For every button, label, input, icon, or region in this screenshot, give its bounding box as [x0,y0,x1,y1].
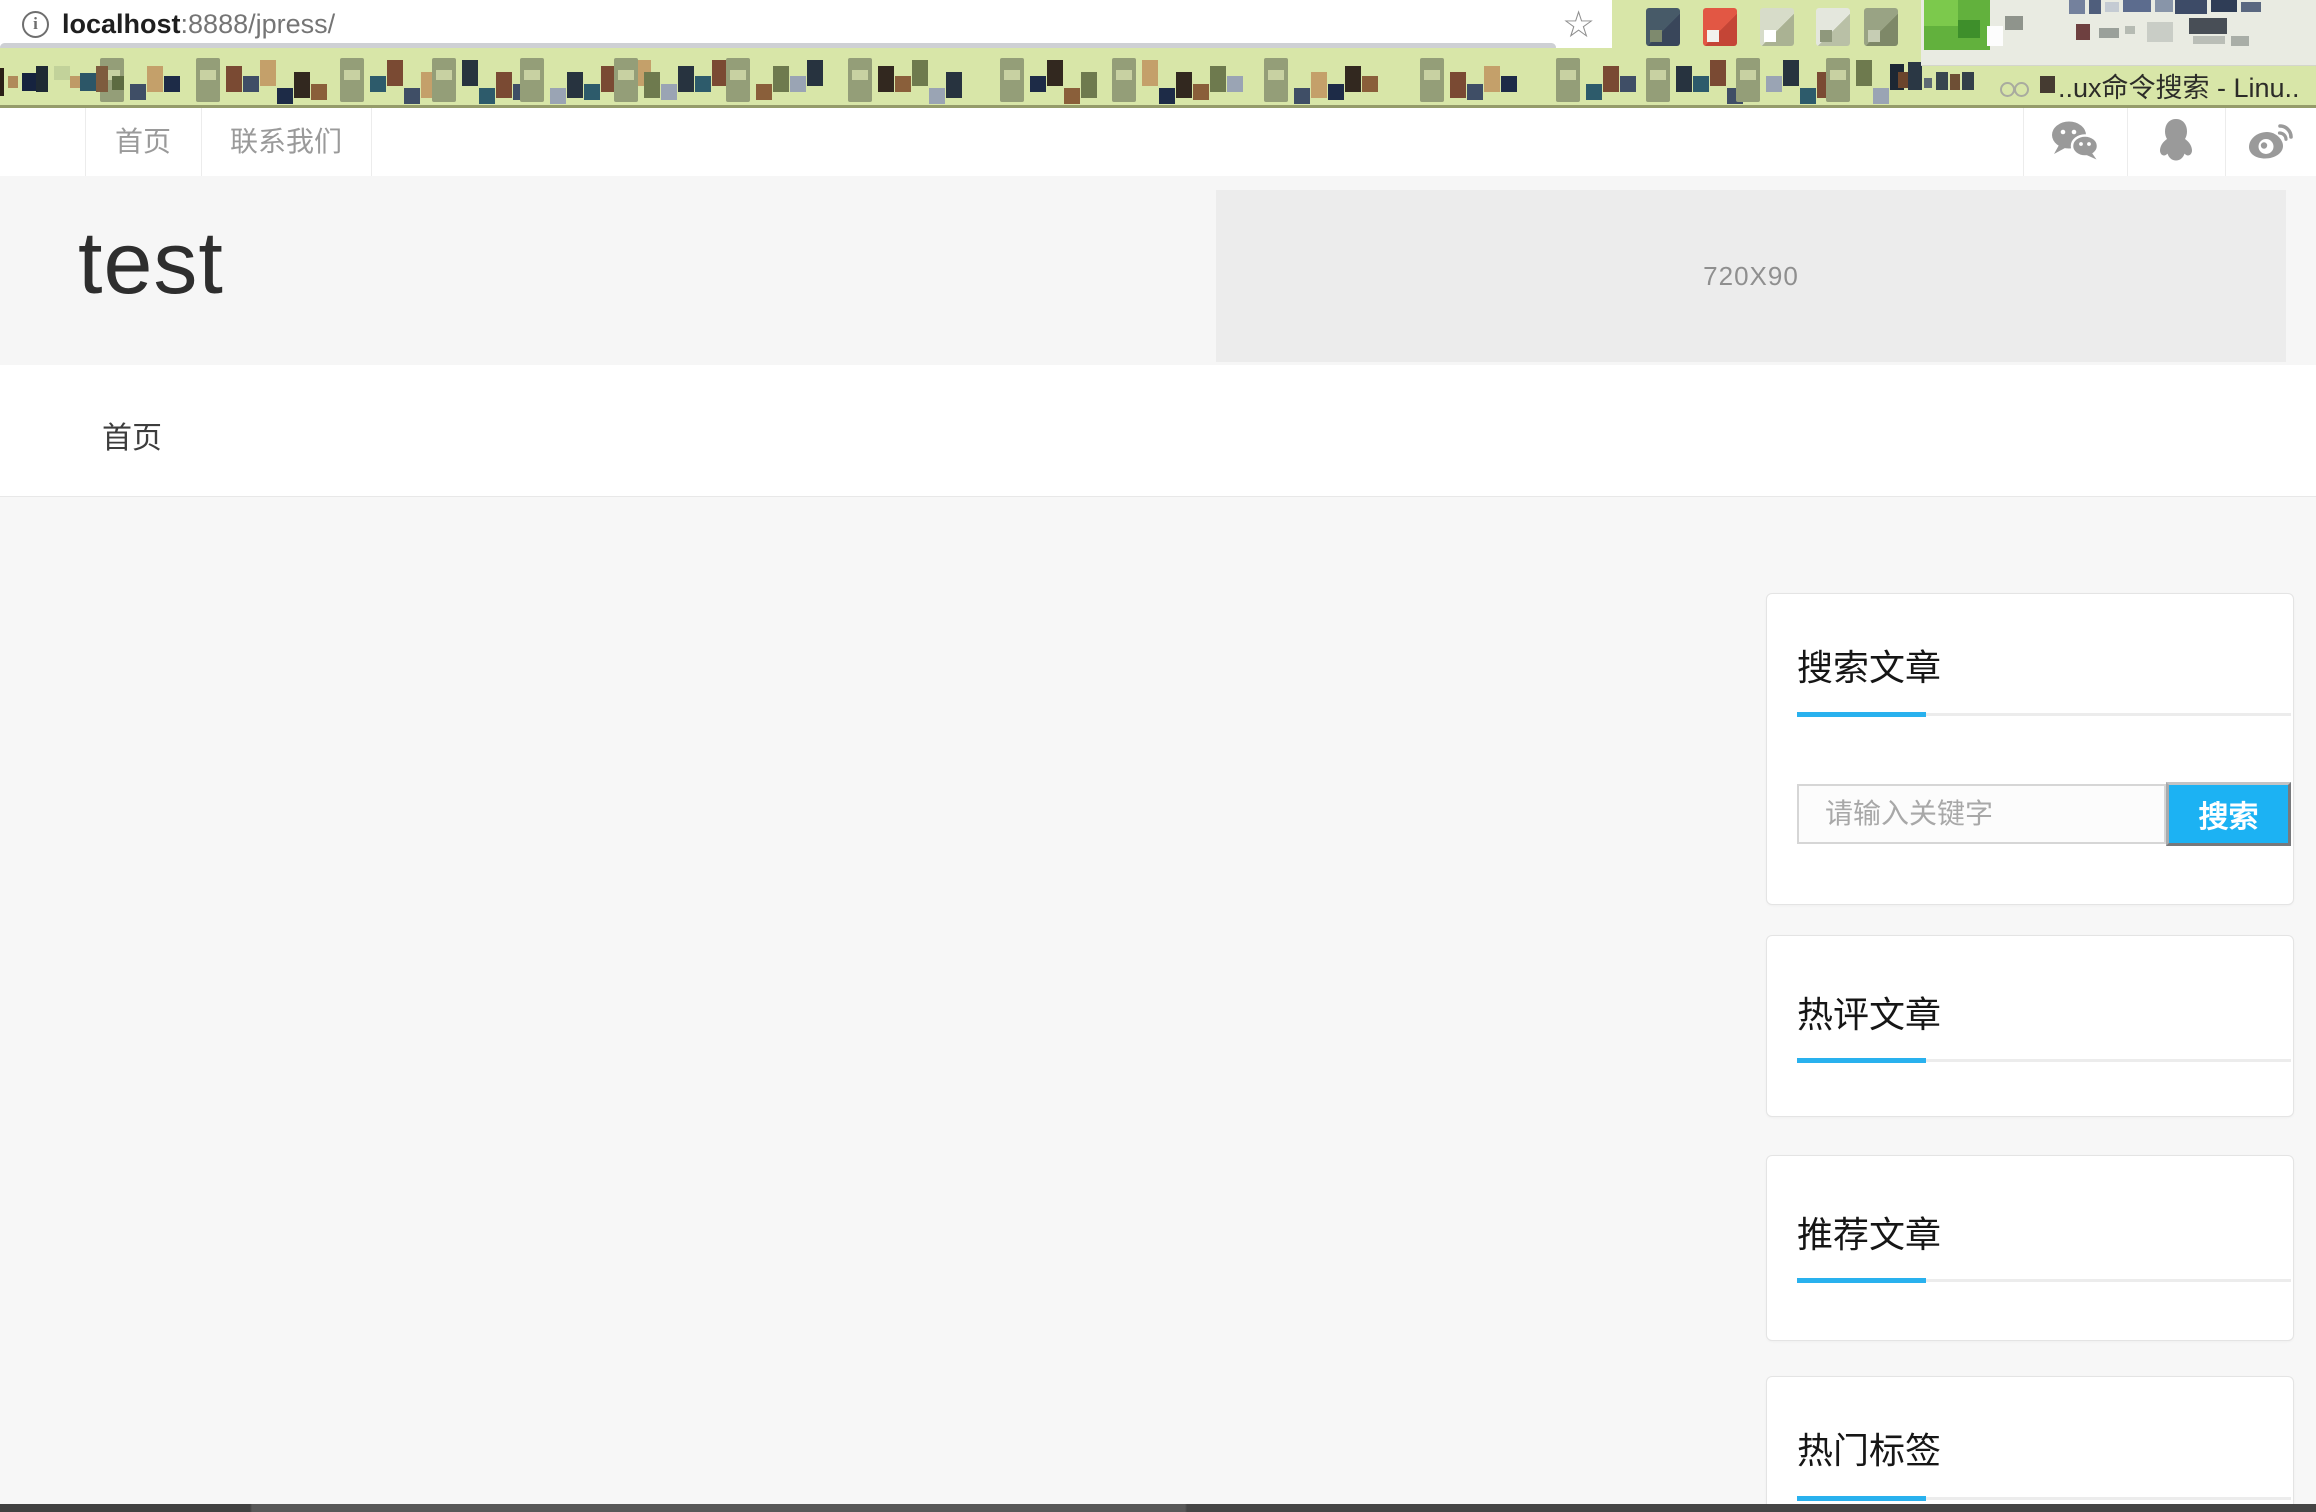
bookmark-label[interactable]: ..ux命令搜索 - Linu.. [2058,66,2300,105]
sidebar-card-hot-comments: 热评文章 [1766,935,2294,1117]
section-divider [1797,1279,2291,1282]
breadcrumb-bar: 首页 [0,365,2316,497]
nav-item-contact[interactable]: 联系我们 [201,108,371,176]
qq-icon [2156,117,2196,168]
section-title-hot-tags: 热门标签 [1797,1422,1941,1474]
extension-icon[interactable] [1864,8,1898,46]
weibo-share-button[interactable] [2226,108,2316,176]
site-navbar: 首页 联系我们 [0,108,2316,176]
extension-icon[interactable] [1703,8,1737,46]
section-divider [1797,1059,2291,1062]
section-title-hot-comments: 热评文章 [1797,986,1941,1038]
extension-icon[interactable] [1646,8,1680,46]
section-title-recommended: 推荐文章 [1797,1206,1941,1258]
qq-share-button[interactable] [2126,108,2226,176]
sidebar-card-search: 搜索文章 搜索 [1766,593,2294,905]
ad-placeholder-label: 720X90 [1703,261,1799,292]
url-host: localhost [62,9,181,39]
ad-placeholder-720x90: 720X90 [1216,190,2286,362]
url-text[interactable]: localhost:8888/jpress/ [62,9,335,40]
url-path: :8888/jpress/ [181,9,336,39]
wechat-share-button[interactable] [2025,108,2125,176]
extension-icon[interactable] [1816,8,1850,46]
divider [2023,108,2024,176]
divider [371,108,372,176]
bookmark-star-icon[interactable]: ☆ [1562,3,1595,46]
address-bar[interactable]: i localhost:8888/jpress/ [0,0,1612,48]
sidebar-card-recommended: 推荐文章 [1766,1155,2294,1341]
section-title-search: 搜索文章 [1797,639,1941,691]
site-header: test 720X90 [0,176,2316,365]
weibo-icon [2246,118,2296,167]
site-title: test [78,212,224,314]
search-button[interactable]: 搜索 [2166,782,2291,846]
popup-pixel [1924,0,1990,50]
bookmark-favicon-icon [2040,76,2055,93]
nav-item-home[interactable]: 首页 [85,108,201,176]
extension-popup [1921,0,2316,66]
search-input[interactable] [1797,784,2166,844]
bookmark-favicon-icon [2000,80,2036,102]
breadcrumb[interactable]: 首页 [102,413,162,457]
browser-window: i localhost:8888/jpress/ ☆ ..ux命令搜索 - Li… [0,0,2316,1512]
extension-icon[interactable] [1760,8,1794,46]
sidebar-card-hot-tags: 热门标签 [1766,1376,2294,1512]
page-info-icon[interactable]: i [22,11,49,38]
section-divider [1797,713,2291,716]
section-divider [1797,1497,2291,1500]
background-window-edge [0,1504,2316,1512]
wechat-icon [2050,119,2100,166]
